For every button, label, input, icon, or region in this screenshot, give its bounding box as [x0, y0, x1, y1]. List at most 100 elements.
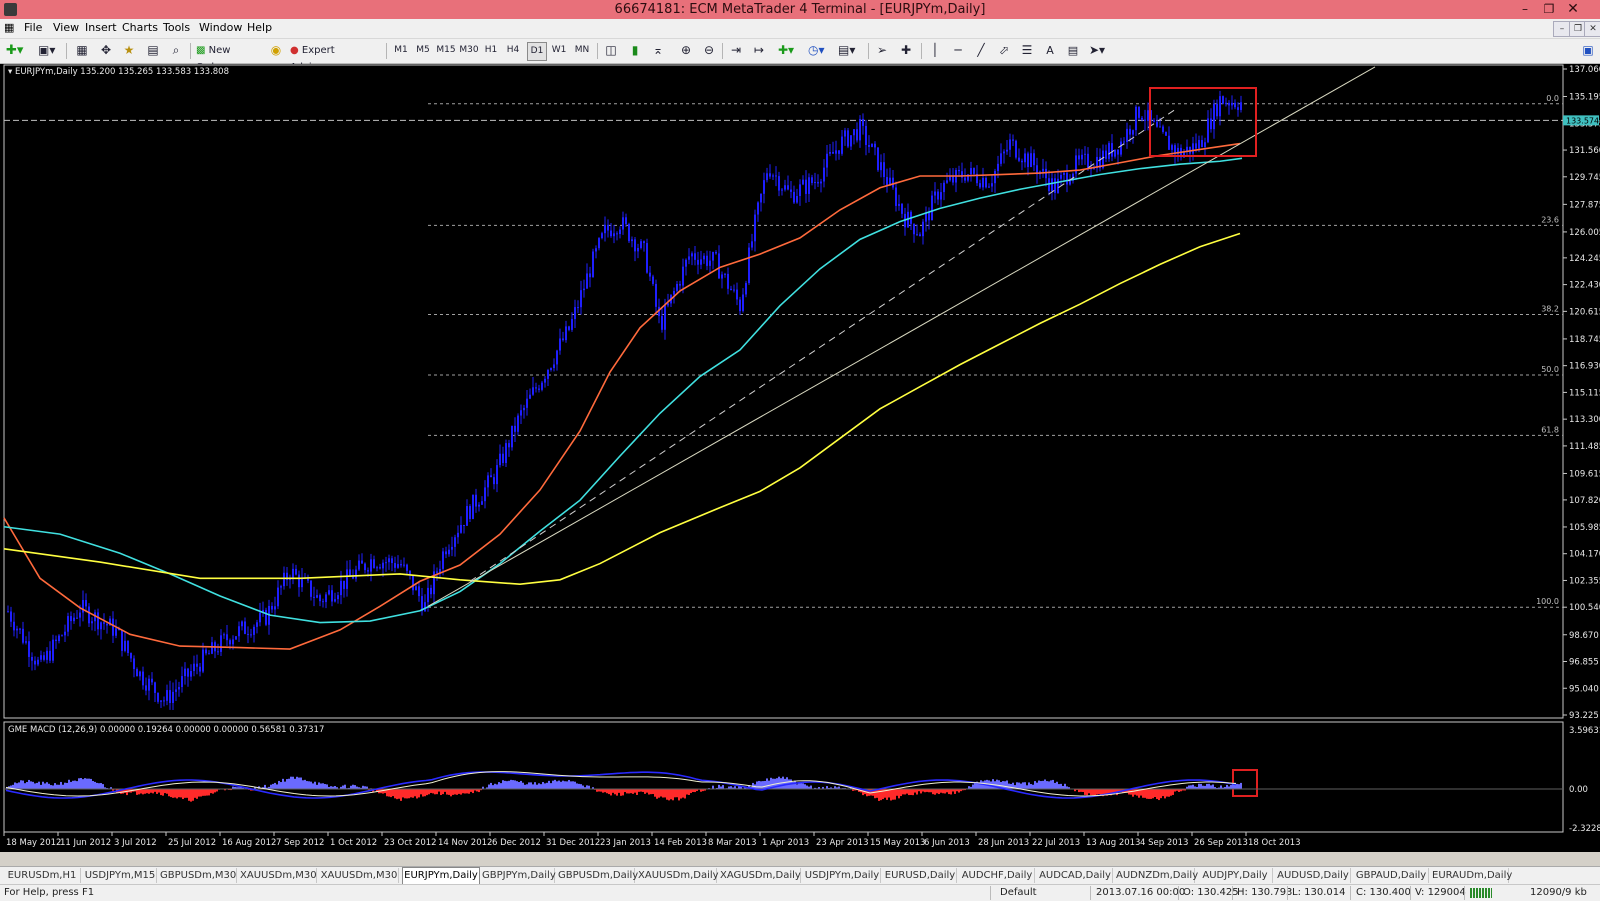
- period-m15-button[interactable]: M15: [436, 42, 456, 59]
- price-tick-label: 129.745: [1569, 173, 1600, 183]
- chart-tab[interactable]: XAUUSDm,Daily: [638, 868, 717, 883]
- navigator-icon[interactable]: ✥: [98, 42, 114, 59]
- chart-tab[interactable]: XAGUSDm,Daily: [720, 868, 801, 883]
- new-order-button[interactable]: ▩ New Order: [196, 42, 262, 59]
- menu-window[interactable]: Window: [199, 21, 242, 34]
- terminal-icon[interactable]: ▤: [145, 42, 161, 59]
- text-label-icon[interactable]: ▤: [1065, 42, 1081, 59]
- cursor-icon[interactable]: ➢: [874, 42, 890, 59]
- chart-tab[interactable]: USDJPYm,Daily: [804, 868, 881, 883]
- chart-tab[interactable]: XAUUSDm,M30: [320, 868, 399, 883]
- macd-histogram-bar: [150, 789, 152, 793]
- macd-histogram-bar: [662, 789, 664, 798]
- minimize-button[interactable]: –: [1514, 1, 1536, 17]
- text-icon[interactable]: A: [1042, 42, 1058, 59]
- period-h1-button[interactable]: H1: [482, 42, 500, 59]
- macd-histogram-bar: [670, 789, 672, 799]
- new-chart-icon[interactable]: ✚▾: [6, 42, 23, 59]
- period-w1-button[interactable]: W1: [550, 42, 568, 59]
- date-tick-label: 25 Jul 2012: [168, 838, 216, 848]
- chart-tab[interactable]: XAUUSDm,M30: [240, 868, 317, 883]
- chart-tab[interactable]: EURUSDm,H1: [4, 868, 81, 883]
- macd-histogram-bar: [282, 779, 284, 789]
- macd-histogram-bar: [760, 781, 762, 789]
- chart-window[interactable]: 137.060135.195133.375131.560129.745127.8…: [0, 64, 1600, 852]
- close-button[interactable]: ✕: [1562, 1, 1584, 17]
- crosshair-icon[interactable]: ✚: [898, 42, 914, 59]
- macd-histogram-bar: [528, 782, 530, 789]
- chat-icon[interactable]: ▣: [1580, 42, 1596, 59]
- menu-tools[interactable]: Tools: [163, 21, 190, 34]
- macd-histogram-bar: [586, 785, 588, 789]
- candle-body: [733, 290, 735, 291]
- menu-insert[interactable]: Insert: [85, 21, 117, 34]
- candle-body: [193, 664, 195, 671]
- chart-tab[interactable]: AUDJPY,Daily: [1198, 868, 1273, 883]
- trendline-icon[interactable]: ╱: [973, 42, 989, 59]
- macd-histogram-bar: [174, 789, 176, 798]
- period-m5-button[interactable]: M5: [414, 42, 432, 59]
- zoom-out-icon[interactable]: ⊖: [701, 42, 717, 59]
- menu-view[interactable]: View: [53, 21, 79, 34]
- price-tick-label: 135.195: [1569, 92, 1600, 102]
- chart-tab[interactable]: EURUSD,Daily: [884, 868, 957, 883]
- chart-tab[interactable]: EURJPYm,Daily: [402, 867, 480, 885]
- date-tick-label: 1 Oct 2012: [330, 838, 377, 848]
- chart-tab[interactable]: GBPAUD,Daily: [1354, 868, 1429, 883]
- candle-body: [922, 222, 924, 237]
- macd-histogram-bar: [608, 789, 610, 794]
- chart-tab[interactable]: AUDNZDm,Daily: [1116, 868, 1195, 883]
- child-close-button[interactable]: ✕: [1584, 21, 1600, 37]
- tester-icon[interactable]: ⌕: [168, 42, 184, 59]
- bar-chart-icon[interactable]: ◫: [603, 42, 619, 59]
- candle-body: [448, 550, 450, 555]
- candle-body: [451, 547, 453, 550]
- periodicity-icon[interactable]: ◷▾: [808, 42, 825, 59]
- metaeditor-icon[interactable]: ◉: [268, 42, 284, 59]
- macd-histogram-bar: [904, 789, 906, 794]
- line-chart-icon[interactable]: ⌅: [650, 42, 666, 59]
- chart-tab[interactable]: GBPUSDm,Daily: [558, 868, 635, 883]
- chart-shift-icon[interactable]: ↦: [751, 42, 767, 59]
- candle-body: [379, 567, 381, 568]
- restore-button[interactable]: ❐: [1538, 1, 1560, 17]
- macd-histogram-bar: [1086, 789, 1088, 795]
- candle-body: [832, 152, 834, 154]
- chart-tab[interactable]: GBPJPYm,Daily: [482, 868, 555, 883]
- fibonacci-icon[interactable]: ☰: [1019, 42, 1035, 59]
- mdi-icon[interactable]: ▦: [4, 21, 14, 34]
- zoom-in-icon[interactable]: ⊕: [678, 42, 694, 59]
- vertical-line-icon[interactable]: │: [927, 42, 943, 59]
- templates-icon[interactable]: ▤▾: [838, 42, 855, 59]
- chart-tab[interactable]: USDJPYm,M15: [84, 868, 157, 883]
- auto-scroll-icon[interactable]: ⇥: [728, 42, 744, 59]
- period-m30-button[interactable]: M30: [459, 42, 479, 59]
- menu-help[interactable]: Help: [247, 21, 272, 34]
- indicators-icon[interactable]: ✚▾: [778, 42, 794, 59]
- candle-body: [163, 700, 165, 701]
- channel-icon[interactable]: ⬀: [996, 42, 1012, 59]
- profiles-icon[interactable]: ▣▾: [38, 42, 55, 59]
- macd-histogram-bar: [722, 785, 724, 789]
- period-m1-button[interactable]: M1: [392, 42, 410, 59]
- period-mn-button[interactable]: MN: [573, 42, 591, 59]
- chart-tab[interactable]: AUDCHF,Daily: [960, 868, 1035, 883]
- chart-tab[interactable]: AUDUSD,Daily: [1276, 868, 1351, 883]
- market-watch-icon[interactable]: ▦: [74, 42, 90, 59]
- chart-tab[interactable]: EURAUDm,Daily: [1432, 868, 1509, 883]
- arrows-icon[interactable]: ➤▾: [1089, 42, 1105, 59]
- candle-body: [148, 679, 150, 691]
- menu-file[interactable]: File: [24, 21, 42, 34]
- menu-charts[interactable]: Charts: [122, 21, 158, 34]
- horizontal-line-icon[interactable]: ─: [950, 42, 966, 59]
- candlestick-icon[interactable]: ▮: [627, 42, 643, 59]
- chart-tab[interactable]: GBPUSDm,M30: [160, 868, 237, 883]
- period-d1-button[interactable]: D1: [527, 42, 547, 61]
- macd-histogram-bar: [646, 789, 648, 793]
- period-h4-button[interactable]: H4: [504, 42, 522, 59]
- data-window-icon[interactable]: ★: [121, 42, 137, 59]
- expert-advisors-button[interactable]: ● Expert Advisors: [290, 42, 380, 59]
- date-tick-label: 13 Aug 2013: [1086, 838, 1140, 848]
- chart-tab[interactable]: AUDCAD,Daily: [1038, 868, 1113, 883]
- macd-histogram-bar: [164, 789, 166, 793]
